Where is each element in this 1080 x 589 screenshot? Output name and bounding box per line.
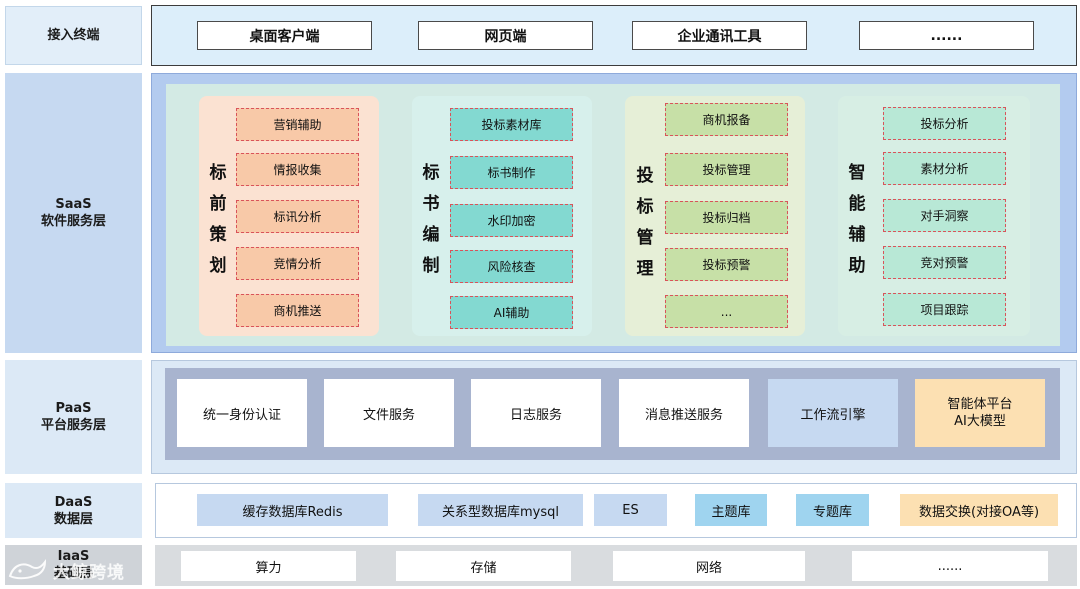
layer-label-paas: PaaS 平台服务层 [5,360,142,474]
paas-label-line2: 平台服务层 [40,418,106,433]
layer-label-terminal: 接入终端 [5,6,142,65]
terminal-web-label: 网页端 [484,28,527,45]
group-title-smart-assist: 智 能 辅 助 [848,163,866,276]
terminal-web: 网页端 [418,21,593,50]
saas-item-material-analysis: 素材分析 [883,152,1006,185]
terminal-enterprise-im: 企业通讯工具 [632,21,807,50]
iaas-item-storage: 存储 [396,551,571,581]
saas-item-watermark-encryption: 水印加密 [450,204,573,237]
terminal-enterprise-im-label: 企业通讯工具 [677,28,762,45]
terminal-desktop-client: 桌面客户端 [197,21,372,50]
saas-item-more: ... [665,295,788,328]
layer-label-terminal-text: 接入终端 [47,28,100,43]
saas-item-marketing-assist: 营销辅助 [236,108,359,141]
daas-label-line1: DaaS [54,494,93,510]
daas-item-mysql: 关系型数据库mysql [418,494,583,526]
paas-item-log-service: 日志服务 [471,379,601,447]
watermark: 大鲸跨境 [8,555,125,585]
daas-item-data-exchange: 数据交换(对接OA等) [900,494,1058,526]
iaas-item-compute: 算力 [181,551,356,581]
saas-item-bid-management: 投标管理 [665,153,788,186]
saas-item-bid-warning: 投标预警 [665,248,788,281]
saas-item-opportunity-push: 商机推送 [236,294,359,327]
daas-item-topic-db: 专题库 [796,494,869,526]
paas-item-ai-agent-platform: 智能体平台 AI大模型 [915,379,1045,447]
saas-item-intel-collection: 情报收集 [236,153,359,186]
saas-item-competitor-insight: 对手洞察 [883,199,1006,232]
layer-label-saas: SaaS 软件服务层 [5,73,142,353]
saas-item-bid-material-library: 投标素材库 [450,108,573,141]
paas-label-line1: PaaS [55,401,92,416]
layer-label-daas: DaaS 数据层 [5,483,142,538]
saas-item-bid-doc-creation: 标书制作 [450,156,573,189]
group-title-bid-document-prep: 标 书 编 制 [422,163,440,276]
saas-item-opportunity-report: 商机报备 [665,103,788,136]
group-title-pre-bid-planning: 标 前 策 划 [209,163,227,276]
ai-platform-line2: AI大模型 [954,414,1006,429]
saas-item-project-tracking: 项目跟踪 [883,293,1006,326]
saas-item-bid-analysis: 投标分析 [883,107,1006,140]
saas-item-competition-analysis: 竞情分析 [236,247,359,280]
daas-label-line2: 数据层 [53,511,93,527]
iaas-item-more: ...... [852,551,1048,581]
saas-item-bid-info-analysis: 标讯分析 [236,200,359,233]
paas-item-workflow-engine: 工作流引擎 [768,379,898,447]
ai-platform-line1: 智能体平台 [947,397,1013,412]
saas-item-risk-check: 风险核查 [450,250,573,283]
terminal-more: ...... [859,21,1034,50]
group-title-bid-management: 投 标 管 理 [636,166,654,279]
watermark-text: 大鲸跨境 [53,562,125,583]
daas-item-subject-db: 主题库 [695,494,767,526]
paas-item-message-push: 消息推送服务 [619,379,749,447]
whale-logo-icon [8,558,47,580]
terminal-desktop-client-label: 桌面客户端 [249,28,320,45]
daas-item-es: ES [594,494,667,526]
daas-item-redis: 缓存数据库Redis [197,494,388,526]
terminal-more-label: ...... [930,27,963,44]
saas-item-competitor-warning: 竞对预警 [883,246,1006,279]
iaas-item-network: 网络 [613,551,805,581]
paas-item-unified-auth: 统一身份认证 [177,379,307,447]
saas-item-bid-archive: 投标归档 [665,201,788,234]
saas-label-line1: SaaS [55,197,92,212]
paas-item-file-service: 文件服务 [324,379,454,447]
saas-label-line2: 软件服务层 [40,214,106,229]
saas-item-ai-assist: AI辅助 [450,296,573,329]
